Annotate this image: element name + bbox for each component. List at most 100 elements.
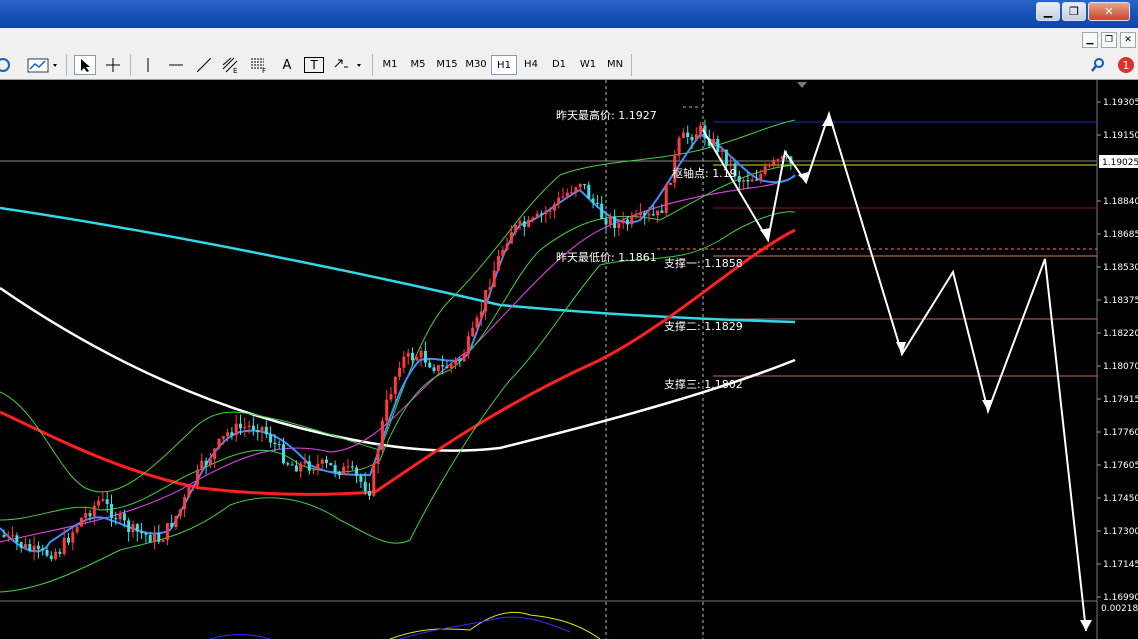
- candle-body: [303, 461, 307, 464]
- timeframe-m5[interactable]: M5: [405, 55, 431, 75]
- timeframe-d1[interactable]: D1: [546, 55, 572, 75]
- timeframe-w1[interactable]: W1: [575, 55, 601, 75]
- candle-body: [600, 203, 604, 219]
- candle-body: [118, 513, 122, 520]
- price-chart[interactable]: 昨天最高价: 1.1927 枢轴点: 1.19 昨天最低价: 1.1861 支撑…: [0, 80, 1138, 639]
- crosshair-tool-icon[interactable]: [102, 55, 124, 75]
- candle-body: [643, 212, 647, 216]
- candle-body: [488, 287, 492, 291]
- candle-body: [591, 198, 595, 203]
- candle-body: [583, 183, 586, 185]
- window-restore-button[interactable]: ❐: [1062, 2, 1086, 21]
- candle-body: [716, 138, 720, 152]
- candle-body: [755, 179, 758, 181]
- timeframe-mn[interactable]: MN: [602, 55, 628, 75]
- candle-body: [522, 221, 526, 227]
- candle-body: [445, 366, 449, 369]
- candle-body: [613, 216, 617, 228]
- menu-row: ▁ ❐ ✕: [0, 28, 1138, 51]
- candle-body: [350, 466, 354, 468]
- price-tick-label: 1.18840: [1103, 197, 1138, 207]
- text-tool-icon[interactable]: A: [278, 55, 296, 75]
- notification-count: 1: [1123, 59, 1130, 72]
- candle-body: [750, 179, 754, 182]
- trendline-tool-icon[interactable]: [194, 55, 214, 75]
- candle-body: [208, 459, 212, 466]
- candle-body: [617, 223, 621, 228]
- candle-body: [127, 520, 131, 533]
- fibonacci-tool-icon[interactable]: F: [248, 55, 270, 75]
- price-tick-label: 1.19150: [1103, 131, 1138, 141]
- candle-body: [131, 524, 135, 533]
- candle-body: [247, 425, 251, 427]
- candle-body: [449, 363, 453, 369]
- channel-tool-icon[interactable]: E: [220, 55, 242, 75]
- timeframe-m30[interactable]: M30: [462, 55, 490, 75]
- candle-body: [763, 166, 767, 174]
- candle-body: [282, 444, 285, 464]
- candle-body: [776, 159, 780, 161]
- candle-body: [664, 185, 668, 214]
- candle-body: [234, 423, 238, 436]
- candle-body: [411, 352, 414, 361]
- candle-body: [638, 212, 642, 216]
- candle-body: [148, 534, 152, 543]
- support1-label: 支撑一: 1.1858: [664, 256, 743, 270]
- mdi-minimize-button[interactable]: ▁: [1082, 32, 1098, 48]
- window-close-button[interactable]: ✕: [1088, 2, 1130, 21]
- timeframe-m15[interactable]: M15: [433, 55, 461, 75]
- candle-body: [260, 426, 264, 433]
- vertical-line-tool-icon[interactable]: [138, 55, 158, 75]
- candle-body: [428, 362, 432, 368]
- candle-body: [501, 249, 505, 257]
- history-icon[interactable]: [0, 55, 12, 75]
- candle-body: [140, 531, 144, 534]
- candle-body: [144, 533, 148, 535]
- candle-body: [557, 197, 561, 205]
- timeframe-h4[interactable]: H4: [518, 55, 544, 75]
- notification-badge[interactable]: 1: [1116, 55, 1136, 75]
- candle-body: [385, 399, 389, 421]
- candle-body: [58, 551, 62, 554]
- candle-body: [286, 463, 290, 465]
- candle-body: [191, 485, 195, 488]
- candle-body: [45, 549, 49, 556]
- arrows-dropdown-icon[interactable]: [332, 55, 366, 75]
- candle-body: [535, 213, 539, 218]
- timeframe-m1[interactable]: M1: [377, 55, 403, 75]
- candle-body: [531, 217, 535, 220]
- candle-body: [230, 432, 234, 436]
- candle-body: [359, 475, 363, 482]
- mdi-restore-button[interactable]: ❐: [1101, 32, 1117, 48]
- mdi-close-button[interactable]: ✕: [1120, 32, 1136, 48]
- candle-body: [690, 137, 694, 141]
- title-bar: ▁ ❐ ✕: [0, 0, 1138, 28]
- candle-body: [174, 515, 178, 528]
- candle-body: [36, 545, 40, 549]
- candle-body: [355, 467, 359, 476]
- candle-body: [651, 214, 655, 216]
- candle-body: [415, 357, 419, 361]
- candle-body: [393, 376, 397, 395]
- candle-body: [187, 487, 191, 498]
- cursor-tool-icon[interactable]: [74, 55, 96, 75]
- horizontal-line-tool-icon[interactable]: [166, 55, 186, 75]
- candle-body: [686, 132, 690, 138]
- timeframe-h1[interactable]: H1: [491, 55, 517, 75]
- candle-body: [299, 463, 303, 472]
- window-minimize-button[interactable]: ▁: [1036, 2, 1060, 21]
- candle-body: [363, 481, 367, 492]
- candle-body: [239, 423, 242, 429]
- candle-body: [471, 327, 475, 337]
- candle-body: [79, 517, 83, 527]
- text-label-tool-icon[interactable]: T: [304, 57, 324, 73]
- chart-type-dropdown[interactable]: [26, 55, 60, 75]
- candle-body: [217, 438, 221, 449]
- candle-body: [264, 426, 268, 435]
- svg-text:E: E: [233, 67, 237, 73]
- search-icon[interactable]: [1088, 55, 1108, 75]
- candle-body: [669, 182, 672, 186]
- candle-body: [88, 513, 92, 517]
- candle-body: [24, 544, 27, 548]
- candle-body: [398, 367, 402, 377]
